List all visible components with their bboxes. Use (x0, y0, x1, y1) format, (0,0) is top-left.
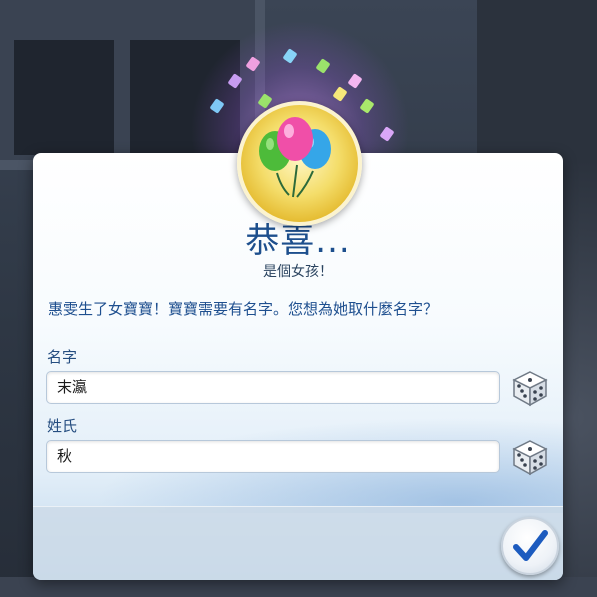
first-name-field[interactable]: 末瀛 (46, 371, 500, 404)
first-name-label: 名字 (47, 348, 78, 366)
dialog-footer (33, 506, 563, 580)
dice-icon (512, 440, 548, 476)
confirm-button[interactable] (501, 517, 559, 575)
background-floor (0, 577, 597, 597)
balloons-icon (259, 117, 331, 198)
dialog-subtitle: 是個女孩！ (263, 264, 333, 280)
window-pane (14, 40, 114, 155)
balloons-badge (237, 101, 362, 226)
checkmark-icon (513, 530, 548, 561)
dialog-message: 惠雯生了女寶寶！寶寶需要有名字。您想為她取什麼名字？ (48, 300, 439, 318)
last-name-label: 姓氏 (47, 417, 78, 435)
last-name-field[interactable]: 秋 (46, 440, 500, 473)
randomize-last-name-button[interactable] (510, 437, 550, 477)
dice-icon (512, 371, 548, 407)
randomize-first-name-button[interactable] (510, 368, 550, 408)
